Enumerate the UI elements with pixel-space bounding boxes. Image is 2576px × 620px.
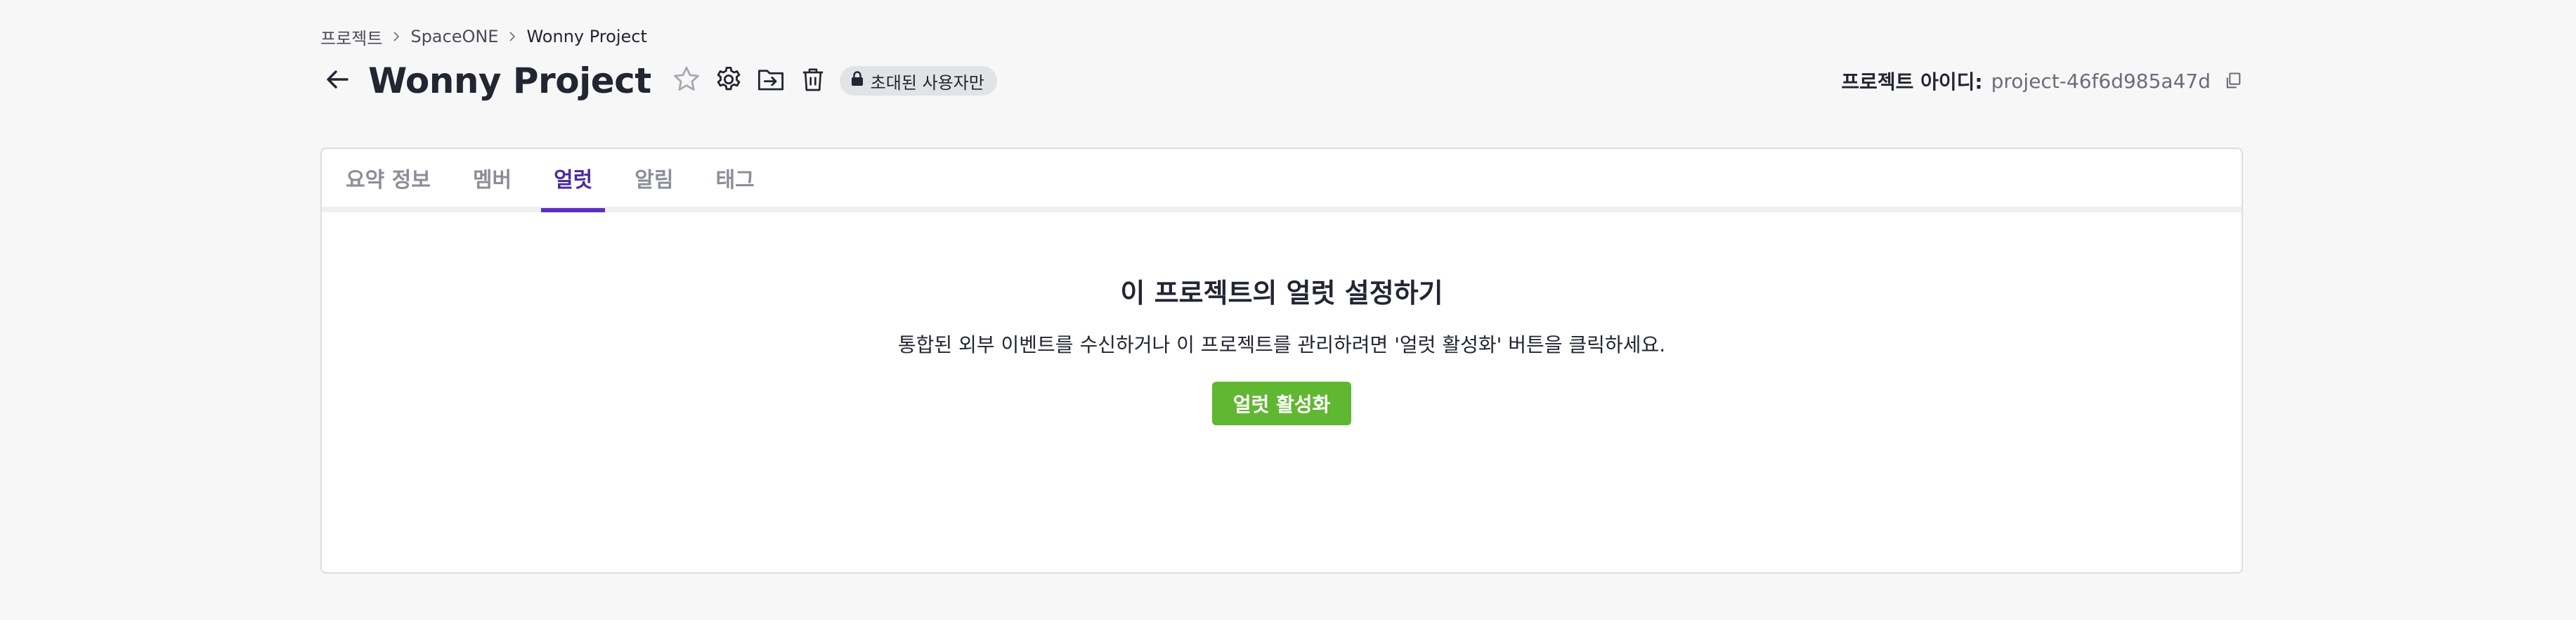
project-id-info: 프로젝트 아이디: project-46f6d985a47d xyxy=(1841,63,2243,98)
settings-button[interactable] xyxy=(708,60,750,102)
alert-setup-description: 통합된 외부 이벤트를 수신하거나 이 프로젝트를 관리하려면 '얼럿 활성화'… xyxy=(897,333,1666,356)
page-title: Wonny Project xyxy=(368,60,651,101)
lock-icon xyxy=(850,70,865,91)
arrow-left-icon xyxy=(323,65,351,96)
breadcrumb-item-current: Wonny Project xyxy=(526,27,647,46)
alert-setup-heading: 이 프로젝트의 얼럿 설정하기 xyxy=(1120,278,1443,309)
breadcrumb-item-spaceone[interactable]: SpaceONE xyxy=(410,27,498,46)
move-folder-icon xyxy=(756,65,786,97)
page-header: Wonny Project 초대된 사용자만 프로젝트 아이디: project… xyxy=(320,56,2243,105)
project-detail-page: 프로젝트 SpaceONE Wonny Project Wonny Projec… xyxy=(320,0,2243,620)
alert-setup-panel: 이 프로젝트의 얼럿 설정하기 통합된 외부 이벤트를 수신하거나 이 프로젝트… xyxy=(322,271,2242,425)
tab-alert[interactable]: 얼럿 xyxy=(541,149,606,212)
privacy-badge: 초대된 사용자만 xyxy=(839,66,997,96)
chevron-right-icon xyxy=(498,24,526,49)
enable-alert-button[interactable]: 얼럿 활성화 xyxy=(1211,382,1352,425)
tab-members[interactable]: 멤버 xyxy=(460,149,524,207)
copy-icon[interactable] xyxy=(2223,71,2243,91)
tab-tags[interactable]: 태그 xyxy=(703,149,767,207)
favorite-button[interactable] xyxy=(665,60,708,102)
trash-icon xyxy=(799,65,827,96)
project-tabs-card: 요약 정보 멤버 얼럿 알림 태그 이 프로젝트의 얼럿 설정하기 통합된 외부… xyxy=(320,148,2243,574)
back-button[interactable] xyxy=(318,61,357,101)
move-project-button[interactable] xyxy=(750,60,792,102)
tab-summary[interactable]: 요약 정보 xyxy=(333,149,443,207)
star-icon xyxy=(671,64,702,98)
gear-icon xyxy=(714,65,743,97)
tab-bar: 요약 정보 멤버 얼럿 알림 태그 xyxy=(322,149,2242,212)
chevron-right-icon xyxy=(382,24,410,49)
breadcrumb: 프로젝트 SpaceONE Wonny Project xyxy=(320,24,647,49)
project-id-label: 프로젝트 아이디: xyxy=(1841,70,1983,93)
tab-notifications[interactable]: 알림 xyxy=(622,149,686,207)
delete-button[interactable] xyxy=(792,60,834,102)
breadcrumb-item-projects[interactable]: 프로젝트 xyxy=(320,25,382,49)
privacy-badge-label: 초대된 사용자만 xyxy=(870,72,984,93)
project-id-value: project-46f6d985a47d xyxy=(1991,69,2211,93)
